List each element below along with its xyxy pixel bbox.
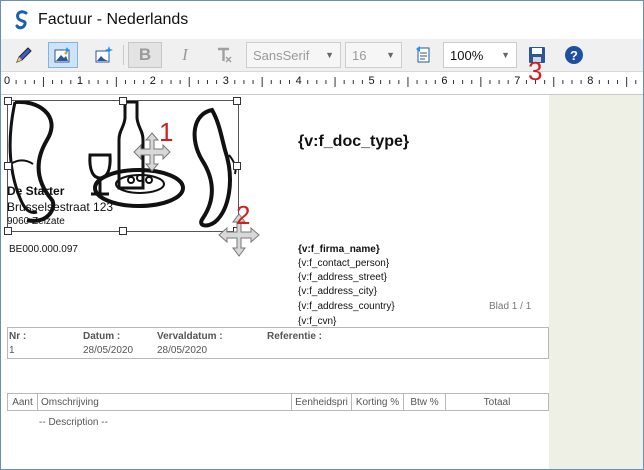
line-items-header: Aant Omschrijving Eenheidspri Korting % … bbox=[7, 393, 549, 411]
chevron-down-icon: ▼ bbox=[501, 50, 510, 60]
chevron-down-icon: ▼ bbox=[325, 50, 334, 60]
image-icon bbox=[54, 47, 70, 63]
ruler-label: 7 bbox=[514, 75, 521, 87]
toolbar: B I SansSerif ▼ 16 ▼ 100% ▼ ? bbox=[1, 39, 643, 72]
nr-label: Nr : bbox=[9, 331, 27, 342]
due-date-label: Vervaldatum : bbox=[157, 331, 223, 342]
customer-address-city: {v:f_address_city} bbox=[298, 286, 377, 297]
insert-image-button[interactable] bbox=[48, 42, 78, 68]
nr-value: 1 bbox=[9, 345, 15, 356]
help-button[interactable]: ? bbox=[559, 42, 589, 68]
customer-contact-person: {v:f_contact_person} bbox=[298, 258, 390, 269]
resize-handle[interactable] bbox=[233, 162, 241, 170]
due-date-value: 28/05/2020 bbox=[157, 345, 208, 356]
resize-handle[interactable] bbox=[4, 227, 12, 235]
italic-label: I bbox=[182, 45, 188, 64]
description-placeholder: -- Description -- bbox=[39, 417, 108, 428]
clear-format-button[interactable] bbox=[209, 42, 239, 68]
ruler-label: 6 bbox=[441, 75, 448, 87]
horizontal-ruler: 0 1 2 3 4 5 6 7 8 bbox=[1, 72, 643, 95]
page-number-label: Blad 1 / 1 bbox=[489, 301, 532, 312]
document-type-field: {v:f_doc_type} bbox=[298, 133, 410, 150]
ruler-label: 3 bbox=[222, 75, 229, 87]
picture-add-icon bbox=[95, 46, 113, 63]
report-page: De Starter Brusselsestraat 123 9060 Zelz… bbox=[1, 95, 549, 469]
clear-format-icon bbox=[218, 47, 232, 63]
chevron-down-icon: ▼ bbox=[386, 50, 395, 60]
resize-handle[interactable] bbox=[119, 97, 127, 105]
reference-label: Referentie : bbox=[267, 331, 323, 342]
font-family-select[interactable]: SansSerif ▼ bbox=[246, 42, 341, 68]
resize-handle[interactable] bbox=[119, 227, 127, 235]
report-editor-window: Factuur - Nederlands B I SansSerif ▼ 16 … bbox=[0, 0, 644, 470]
company-name: De Starter bbox=[7, 184, 65, 198]
resize-handle[interactable] bbox=[4, 162, 12, 170]
company-street: Brusselsestraat 123 bbox=[7, 200, 114, 214]
resize-handle[interactable] bbox=[233, 97, 241, 105]
print-preview-icon bbox=[416, 46, 430, 63]
title-bar: Factuur - Nederlands bbox=[1, 1, 643, 39]
date-value: 28/05/2020 bbox=[83, 345, 134, 356]
window-title: Factuur - Nederlands bbox=[38, 11, 189, 28]
ruler-label: 0 bbox=[4, 75, 11, 87]
callout-number: 1 bbox=[159, 117, 174, 147]
svg-text:?: ? bbox=[570, 48, 578, 63]
pencil-icon bbox=[16, 47, 32, 63]
app-logo-icon bbox=[15, 10, 28, 30]
zoom-value: 100% bbox=[450, 47, 484, 63]
callout-number: 3 bbox=[528, 56, 543, 86]
help-icon: ? bbox=[565, 46, 583, 64]
italic-button[interactable]: I bbox=[170, 42, 200, 68]
font-size-value: 16 bbox=[352, 47, 367, 63]
column-header: Btw % bbox=[404, 394, 446, 410]
customer-address-country: {v:f_address_country} bbox=[298, 301, 395, 312]
font-family-value: SansSerif bbox=[253, 47, 310, 63]
column-header: Aant bbox=[8, 394, 38, 410]
ruler-ticks bbox=[15, 77, 637, 87]
date-label: Datum : bbox=[83, 331, 121, 342]
ruler-label: 4 bbox=[295, 75, 302, 87]
ruler-label: 2 bbox=[149, 75, 156, 87]
insert-picture-button[interactable] bbox=[89, 42, 119, 68]
zoom-select[interactable]: 100% ▼ bbox=[443, 42, 517, 68]
print-preview-button[interactable] bbox=[409, 42, 439, 68]
customer-address-street: {v:f_address_street} bbox=[298, 272, 387, 283]
edit-pencil-button[interactable] bbox=[9, 42, 39, 68]
font-size-select[interactable]: 16 ▼ bbox=[345, 42, 402, 68]
ruler-label: 5 bbox=[368, 75, 375, 87]
column-header: Eenheidspri bbox=[292, 394, 352, 410]
callout-number: 2 bbox=[236, 200, 251, 230]
company-city: 9060 Zelzate bbox=[7, 216, 65, 227]
customer-firm-name: {v:f_firma_name} bbox=[298, 244, 380, 255]
bold-button[interactable]: B bbox=[128, 42, 162, 68]
ruler-label: 1 bbox=[76, 75, 84, 87]
toolbar-separator bbox=[123, 45, 124, 65]
design-canvas: De Starter Brusselsestraat 123 9060 Zelz… bbox=[1, 95, 643, 469]
invoice-info-box: Nr : 1 Datum : 28/05/2020 Vervaldatum : … bbox=[7, 327, 549, 359]
column-header: Totaal bbox=[483, 396, 511, 408]
resize-handle[interactable] bbox=[4, 97, 12, 105]
column-header: Omschrijving bbox=[38, 394, 292, 410]
ruler-label: 8 bbox=[587, 75, 594, 87]
company-vat: BE000.000.097 bbox=[9, 244, 78, 255]
customer-cvn: {v:f_cvn} bbox=[298, 316, 337, 327]
column-header: Korting % bbox=[352, 394, 404, 410]
